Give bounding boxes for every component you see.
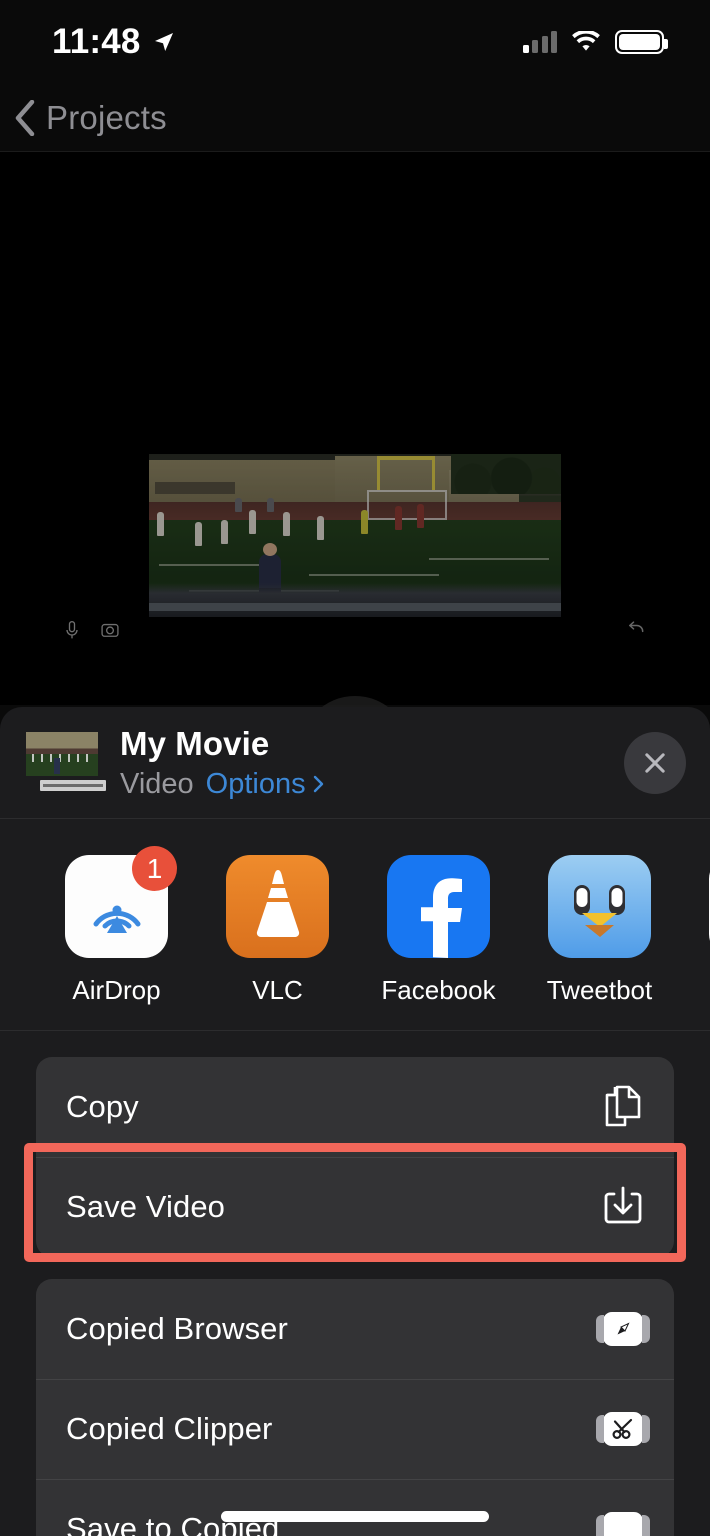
options-button[interactable]: Options bbox=[206, 768, 324, 801]
app-share-row[interactable]: 1 AirDrop VLC Facebook Tweetbot bbox=[0, 819, 710, 1031]
chevron-left-icon bbox=[15, 99, 35, 136]
battery-full-icon bbox=[615, 30, 668, 54]
iphone-screen: 11:48 Projects My Movie Video Options 1 … bbox=[0, 0, 710, 1536]
timeline-tools bbox=[62, 620, 120, 640]
home-indicator[interactable] bbox=[221, 1511, 489, 1522]
video-preview[interactable] bbox=[54, 454, 656, 644]
action-label: Copy bbox=[66, 1089, 139, 1124]
back-button[interactable]: Projects bbox=[14, 99, 167, 137]
undo-icon[interactable] bbox=[626, 618, 646, 638]
app-other[interactable]: O bbox=[680, 855, 710, 1006]
safari-compass-icon bbox=[596, 1306, 650, 1352]
blank-app-tile-icon bbox=[596, 1506, 650, 1536]
chevron-right-icon bbox=[313, 776, 323, 793]
action-save-video[interactable]: Save Video bbox=[36, 1157, 674, 1257]
actions-group-primary: Copy Save Video bbox=[36, 1057, 674, 1257]
copy-documents-icon bbox=[600, 1084, 646, 1130]
status-time: 11:48 bbox=[52, 22, 141, 61]
app-facebook[interactable]: Facebook bbox=[358, 855, 519, 1006]
close-icon bbox=[645, 752, 665, 773]
action-copied-browser[interactable]: Copied Browser bbox=[36, 1279, 674, 1379]
scissors-icon bbox=[596, 1406, 650, 1452]
action-label: Copied Browser bbox=[66, 1311, 288, 1346]
app-label: Facebook bbox=[381, 975, 496, 1005]
vlc-cone-icon bbox=[226, 855, 329, 958]
share-sheet-header: My Movie Video Options bbox=[0, 707, 710, 819]
back-label: Projects bbox=[46, 98, 167, 136]
share-item-info: My Movie Video Options bbox=[120, 724, 624, 801]
status-bar-left: 11:48 bbox=[52, 22, 176, 62]
share-item-kind: Video bbox=[120, 767, 194, 800]
video-editor-area bbox=[0, 152, 710, 855]
airdrop-icon: 1 bbox=[65, 846, 177, 958]
action-copied-clipper[interactable]: Copied Clipper bbox=[36, 1379, 674, 1479]
wifi-icon bbox=[572, 31, 600, 51]
status-bar: 11:48 bbox=[0, 0, 710, 84]
location-arrow-icon bbox=[154, 33, 173, 51]
options-label: Options bbox=[205, 767, 306, 800]
camera-icon[interactable] bbox=[100, 620, 120, 640]
share-sheet: My Movie Video Options 1 AirDrop VLC Fac… bbox=[0, 707, 710, 1536]
actions-group-secondary: Copied Browser Copied Clipper Save to Co… bbox=[36, 1279, 674, 1536]
app-tweetbot[interactable]: Tweetbot bbox=[519, 855, 680, 1006]
action-copy[interactable]: Copy bbox=[36, 1057, 674, 1157]
video-frame-image bbox=[149, 454, 561, 617]
airdrop-badge: 1 bbox=[132, 846, 177, 891]
microphone-icon[interactable] bbox=[62, 620, 82, 640]
app-airdrop[interactable]: 1 AirDrop bbox=[36, 846, 197, 1006]
close-button[interactable] bbox=[624, 731, 686, 794]
share-item-title: My Movie bbox=[120, 725, 270, 763]
video-thumbnail bbox=[26, 731, 106, 794]
action-label: Copied Clipper bbox=[66, 1411, 273, 1446]
nav-bar: Projects bbox=[0, 84, 710, 152]
app-label: AirDrop bbox=[72, 975, 161, 1005]
download-tray-icon bbox=[600, 1184, 646, 1230]
tweetbot-bird-icon bbox=[548, 855, 651, 958]
cellular-signal-icon bbox=[522, 31, 557, 53]
app-label: Tweetbot bbox=[546, 975, 653, 1005]
action-label: Save Video bbox=[66, 1189, 225, 1224]
facebook-icon bbox=[387, 855, 490, 958]
status-bar-right bbox=[522, 30, 668, 54]
app-vlc[interactable]: VLC bbox=[197, 855, 358, 1006]
app-label: VLC bbox=[252, 975, 303, 1005]
action-save-to-copied[interactable]: Save to Copied bbox=[36, 1479, 674, 1536]
